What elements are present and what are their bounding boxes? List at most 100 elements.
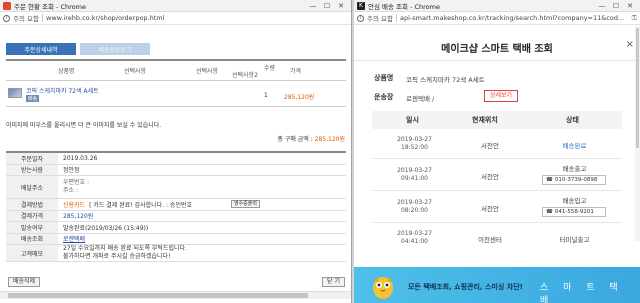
row-memo: 고객메모 27일 수요일까지 배송 완료 되도록 부탁드립니다. 불가하다면 개… [6, 245, 346, 262]
detail-view-button[interactable]: 상세보기 [484, 90, 518, 102]
tracking-row: 2019-03-27 08:20:00 서천안 배송입고 ☎ 041-558-92… [372, 191, 622, 223]
row-order-date: 주문일자 2019.03.26 [6, 153, 346, 165]
payment-value: 신용카드 [ 카드 결제 완료! 감사합니다. : 승인번호 ] 영수증출력 [58, 199, 346, 210]
track-time: 08:20:00 [401, 207, 428, 214]
order-window: 주문 현황 조회 - Chrome — ☐ ✕ i 주의 요함 www.ireh… [0, 0, 352, 303]
info-icon[interactable]: i [357, 14, 364, 22]
mascot-icon [373, 277, 393, 299]
image-notice: 이미지에 마우스를 올리시면 더 큰 이미지를 보실 수 있습니다. [6, 122, 162, 129]
track-datetime: 2019-03-27 09:41:00 [392, 167, 437, 183]
banner-brand: 스 마 트 택 배 [540, 283, 624, 303]
track-time: 09:41:00 [401, 175, 428, 182]
shipping-status-label: 발송여부 [6, 222, 58, 233]
courier-link[interactable]: 로젠택배 [58, 234, 346, 245]
phone-number: 041-558-9201 [554, 209, 594, 215]
track-location: 서천안 [481, 173, 499, 181]
track-status: 배송완료 [562, 142, 587, 150]
right-address-bar[interactable]: i 주의 요함 api-smart.makeshop.co.kr/trackin… [354, 12, 640, 25]
tracking-row: 2019-03-27 18:52:00 서천안 배송완료 [372, 129, 622, 159]
tab-shipping-info[interactable]: 배송정보보기 [80, 43, 150, 55]
banner-message: 모든 택배조회, 쇼핑관리, 스미싱 차단! [408, 283, 523, 291]
track-time: 18:52:00 [401, 144, 428, 151]
amount-label: 결제가격 [6, 210, 58, 221]
order-content: 주문상세내역 배송정보보기 상품명 선택사항 선택사항 수량 가격 선택사항2 … [0, 26, 351, 303]
address-label: 배달주소 [6, 176, 58, 198]
receiver-value: 정안정 [63, 167, 80, 175]
scroll-thumb[interactable] [636, 28, 639, 148]
left-address-bar[interactable]: i 주의 요함 www.irehb.co.kr/shop/orderpop.ht… [0, 12, 351, 25]
page-title: 메이크샵 스마트 택배 조회 [441, 44, 553, 55]
courier-label: 배송조회 [6, 233, 58, 244]
order-date-label: 주문일자 [6, 153, 58, 164]
phone-box[interactable]: ☎ 010-3739-0898 [542, 175, 606, 185]
right-window-title: 안심 배송 조회 - Chrome [368, 2, 440, 11]
separator [42, 14, 43, 22]
phone-icon: ☎ [546, 209, 553, 215]
product-name-link[interactable]: 코픽 스케치마카 72색 A세트 [26, 86, 99, 95]
phone-box[interactable]: ☎ 041-558-9201 [542, 207, 606, 217]
close-x-icon[interactable]: × [626, 39, 634, 50]
product-price: 285,120원 [284, 94, 315, 101]
phone-icon: ☎ [546, 177, 553, 183]
maximize-icon[interactable]: ☐ [320, 2, 334, 10]
total-value: 285,120원 [314, 136, 345, 143]
receipt-print-button[interactable]: 영수증출력 [230, 200, 260, 208]
row-amount: 결제가격 285,120원 [6, 210, 346, 222]
payment-method: 신용카드 [63, 201, 86, 209]
left-titlebar: 주문 현황 조회 - Chrome — ☐ ✕ [0, 0, 351, 12]
tracking-row: 2019-03-27 04:41:00 이천센터 터미널출고 [372, 223, 622, 253]
info-icon[interactable]: i [3, 14, 10, 22]
close-button[interactable]: 닫 기 [322, 277, 345, 287]
header-date: 일시 [406, 116, 419, 124]
memo-label: 고객메모 [6, 245, 58, 261]
maximize-icon[interactable]: ☐ [609, 2, 623, 10]
order-tabs: 주문상세내역 배송정보보기 [6, 43, 154, 55]
tracking-content: 메이크샵 스마트 택배 조회 × 상품명 코픽 스케치마카 72색 A세트 운송… [354, 26, 640, 303]
minimize-icon[interactable]: — [595, 2, 609, 10]
tracking-row: 2019-03-27 09:41:00 서천안 배송출고 ☎ 010-3739-0… [372, 159, 622, 191]
track-time: 04:41:00 [401, 238, 428, 245]
memo-line1: 27일 수요일까지 배송 완료 되도록 부탁드립니다. [63, 245, 187, 252]
track-datetime: 2019-03-27 18:52:00 [392, 136, 437, 152]
title-divider [354, 60, 640, 61]
receiver-label: 받는사람 [6, 164, 58, 175]
scroll-thumb[interactable] [8, 293, 308, 298]
header-location: 현재위치 [472, 116, 498, 124]
payment-label: 결제방법 [6, 199, 58, 210]
url-text[interactable]: api-smart.makeshop.co.kr/tracking/search… [400, 14, 630, 22]
close-icon[interactable]: ✕ [623, 2, 637, 10]
url-text[interactable]: www.irehb.co.kr/shop/orderpop.html [46, 14, 348, 22]
memo-value: 27일 수요일까지 배송 완료 되도록 부탁드립니다. 불가하다면 개파로 주시… [58, 245, 346, 261]
row-shipping-status: 발송여부 발송완료(2019/03/26 (15:49)) [6, 222, 346, 234]
product-thumbnail[interactable] [8, 88, 22, 98]
amount-value: 285,120원 [63, 213, 94, 221]
total-amount: 총 구매 금액 : 285,120원 [277, 134, 345, 143]
order-info-table: 주문일자 2019.03.26 받는사람 정안정 배달주소 우편번호 : 주소 … [6, 151, 346, 262]
delete-shipping-button[interactable]: 배송삭제 [8, 277, 41, 287]
horizontal-scrollbar[interactable] [0, 291, 351, 299]
security-label: 주의 요함 [367, 15, 393, 23]
shipping-status-value: 발송완료(2019/03/26 (15:49)) [63, 224, 149, 232]
memo-line2: 불가하다면 개파로 주시길 승금하겠습니다! [63, 253, 171, 260]
tracking-table-header: 일시 현재위치 상태 [372, 111, 622, 129]
product-table-header-extra: 선택사항2 [6, 59, 346, 81]
vertical-scrollbar[interactable] [635, 26, 640, 241]
track-date: 2019-03-27 [397, 230, 432, 237]
row-payment: 결제방법 신용카드 [ 카드 결제 완료! 감사합니다. : 승인번호 ] 영수… [6, 199, 346, 211]
left-window-title: 주문 현황 조회 - Chrome [14, 2, 86, 11]
track-status: 터미널출고 [559, 236, 590, 244]
promo-banner[interactable]: 모든 택배조회, 쇼핑관리, 스미싱 차단! 스 마 트 택 배 [354, 267, 640, 303]
tab-order-detail[interactable]: 주문상세내역 [6, 43, 76, 55]
key-icon[interactable]: ⚿ [632, 14, 637, 23]
track-datetime: 2019-03-27 04:41:00 [392, 230, 437, 246]
address-line: 주소 : [63, 187, 78, 194]
product-label: 상품명 [374, 74, 394, 82]
security-label: 주의 요함 [13, 15, 39, 23]
phone-number: 010-3739-0898 [554, 177, 598, 183]
row-receiver: 받는사람 정안정 [6, 164, 346, 176]
makeshop-app-icon: K [357, 1, 365, 10]
close-icon[interactable]: ✕ [334, 2, 348, 10]
courier-label: 운송장 [374, 93, 394, 101]
track-datetime: 2019-03-27 08:20:00 [392, 199, 437, 215]
minimize-icon[interactable]: — [306, 2, 320, 10]
